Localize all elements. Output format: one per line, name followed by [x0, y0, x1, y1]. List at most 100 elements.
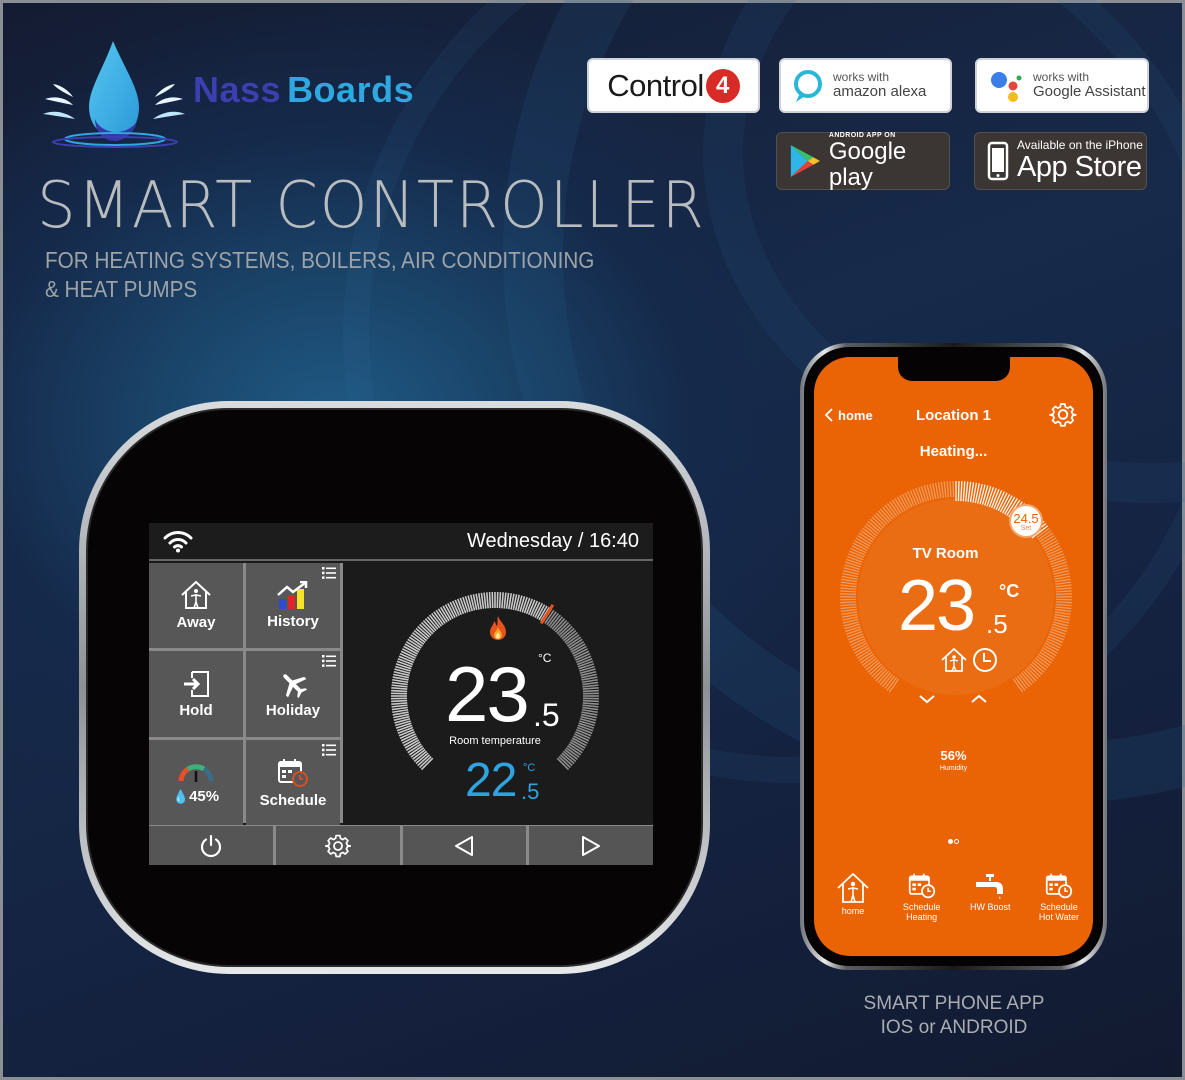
mode-indicators [940, 647, 998, 673]
caption-line2: IOS or ANDROID [880, 1017, 1028, 1038]
dial-tick [501, 592, 504, 609]
google-assistant-dots-icon [991, 71, 1022, 102]
app-store-line2: App Store [1017, 151, 1142, 184]
brand-name-part2: Boards [287, 69, 415, 110]
dial-tick [847, 633, 864, 641]
nav-hw-boost[interactable]: HW Boost [959, 872, 1021, 923]
gear-icon[interactable] [1049, 401, 1077, 429]
control4-logo-icon: 4 [705, 68, 740, 103]
dial-tick [981, 485, 989, 505]
google-play-badge[interactable]: ANDROID APP ON Google play [776, 132, 950, 190]
nav-label: Schedule [902, 902, 941, 912]
thermostat-device: Wednesday / 16:40 Away History Hold Holi… [79, 401, 710, 974]
page-indicator [814, 839, 1093, 844]
set-point-badge[interactable]: 24.5 Set [1009, 504, 1043, 538]
power-button[interactable] [149, 826, 273, 865]
nav-home[interactable]: home [822, 872, 884, 923]
dial-tick [940, 481, 945, 498]
dial-tick [840, 584, 857, 588]
room-temperature-integer: 23 [445, 650, 530, 738]
google-play-line2: Google play [828, 138, 907, 191]
page-dot[interactable] [954, 839, 959, 844]
dial-tick [391, 706, 408, 711]
bottom-navigation: home Schedule Heating HW Boost Schedule … [822, 872, 1090, 923]
tile-holiday[interactable]: Holiday [246, 651, 340, 737]
away-house-person-icon [181, 580, 211, 609]
settings-button[interactable] [275, 826, 400, 865]
dial-tick [1055, 601, 1072, 604]
set-point-value: 24.5 [1013, 511, 1039, 526]
dial-tick [967, 481, 972, 502]
brand-name: Nass Boards [193, 69, 414, 111]
schedule-calendar-clock-icon [1045, 873, 1073, 899]
dial-tick [841, 613, 858, 618]
tile-schedule[interactable]: Schedule [246, 740, 340, 826]
tile-away[interactable]: Away [149, 563, 243, 648]
nav-label: home [841, 906, 865, 916]
dial-tick [391, 702, 408, 705]
alexa-badge[interactable]: works with amazon alexa [779, 58, 952, 113]
dial-tick [965, 481, 969, 502]
dial-tick [498, 592, 502, 609]
humidity-gauge-icon [178, 763, 214, 782]
dial-tick [391, 687, 408, 690]
dial-tick [582, 699, 599, 703]
tile-label: Schedule [259, 791, 327, 809]
alexa-ring-icon [794, 69, 822, 102]
caption-line1: SMART PHONE APP [863, 993, 1045, 1014]
phone-app-screen: home Location 1 Heating... 24.5 Set TV R… [814, 357, 1093, 956]
room-temperature-unit: °C [538, 651, 552, 665]
tile-label: 45% [189, 787, 220, 805]
tile-label: Holiday [265, 701, 321, 719]
dial-tick [840, 601, 857, 604]
triangle-right-icon [582, 835, 601, 856]
room-temperature-decimal: .5 [533, 697, 560, 733]
smartphone: home Location 1 Heating... 24.5 Set TV R… [800, 343, 1107, 970]
temperature-dial[interactable]: 23 °C .5 Room temperature 22 °C .5 [345, 563, 653, 823]
tile-label: Hold [179, 701, 213, 719]
dial-tick [1055, 584, 1072, 588]
subheadline-line2: & HEAT PUMPS [45, 276, 198, 302]
iphone-icon [987, 141, 1009, 181]
dial-tick [957, 481, 960, 502]
dial-tick [582, 684, 599, 688]
previous-button[interactable] [402, 826, 527, 865]
tile-history[interactable]: History [246, 563, 340, 648]
tile-humidity[interactable]: 💧45% [149, 740, 243, 826]
dial-tick [840, 587, 857, 590]
tile-hold[interactable]: Hold [149, 651, 243, 737]
list-menu-icon [322, 655, 336, 667]
dial-tick [1055, 606, 1072, 610]
subheadline-line1: FOR HEATING SYSTEMS, BOILERS, AIR CONDIT… [45, 247, 595, 273]
control4-label: Control [607, 67, 704, 103]
dial-tick [1055, 590, 1072, 593]
water-drop-splash-icon [43, 41, 185, 148]
google-play-triangle-icon [790, 145, 820, 177]
alexa-line1: works with [833, 69, 890, 84]
decrease-chevron-down-icon[interactable] [918, 693, 936, 705]
dial-tick [962, 481, 966, 502]
humidity-value: 56% [940, 748, 967, 763]
dial-tick [391, 681, 408, 686]
dial-tick [841, 578, 858, 583]
nav-schedule-heating[interactable]: Schedule Heating [891, 872, 953, 923]
brand-logo: Nass Boards [43, 39, 423, 149]
dial-tick [840, 608, 857, 613]
dial-tick [915, 487, 922, 504]
alexa-line2: amazon alexa [833, 82, 927, 100]
next-button[interactable] [529, 826, 653, 865]
dial-tick [582, 681, 599, 686]
dial-tick [846, 630, 863, 638]
dial-tick [937, 482, 942, 499]
dial-tick [486, 592, 489, 609]
tile-label: Away [176, 614, 216, 631]
list-menu-icon [322, 567, 336, 579]
nav-schedule-hot-water[interactable]: Schedule Hot Water [1028, 872, 1090, 923]
app-store-badge[interactable]: Available on the iPhone App Store [974, 132, 1147, 190]
control4-badge[interactable]: Control 4 [587, 58, 760, 113]
page-dot[interactable] [948, 839, 953, 844]
schedule-calendar-clock-icon [908, 873, 935, 899]
google-assistant-badge[interactable]: works with Google Assistant [975, 58, 1149, 113]
increase-chevron-up-icon[interactable] [970, 693, 988, 705]
dial-tick [1055, 581, 1072, 585]
